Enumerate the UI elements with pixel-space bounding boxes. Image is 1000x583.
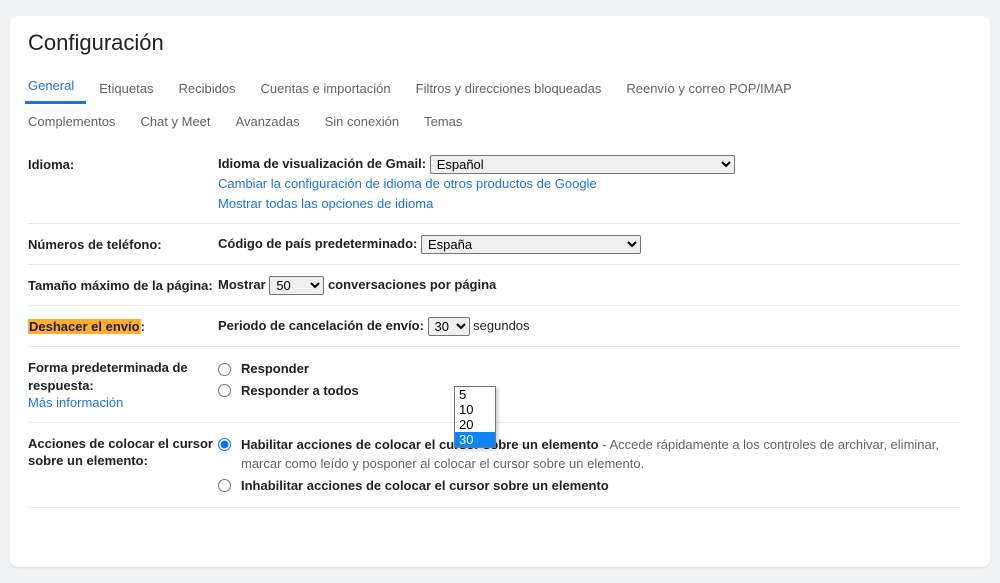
reply-opt2: Responder a todos [241, 381, 359, 401]
telefono-code-label: Código de país predeterminado: [218, 236, 417, 251]
tab-complementos[interactable]: Complementos [25, 108, 127, 137]
row-pagesize: Tamaño máximo de la página: Mostrar 50 c… [28, 265, 960, 306]
page-title: Configuración [28, 30, 972, 56]
link-cambiar-idioma[interactable]: Cambiar la configuración de idioma de ot… [218, 174, 597, 194]
link-mostrar-opciones-idioma[interactable]: Mostrar todas las opciones de idioma [218, 194, 433, 214]
undo-period-select[interactable]: 30 [428, 317, 470, 336]
tab-general[interactable]: General [25, 72, 86, 104]
pagesize-suffix: conversaciones por página [328, 277, 496, 292]
label-undo-highlight: Deshacer el envío [28, 319, 141, 334]
radio-hover-disable[interactable] [218, 479, 231, 492]
radio-hover-enable[interactable] [218, 438, 231, 451]
row-idioma: Idioma: Idioma de visualización de Gmail… [28, 144, 960, 224]
tab-recibidos[interactable]: Recibidos [175, 75, 247, 104]
tab-filtros[interactable]: Filtros y direcciones bloqueadas [413, 75, 614, 104]
tab-avanzadas[interactable]: Avanzadas [233, 108, 312, 137]
row-cutoff [28, 508, 960, 560]
hover-opt2-label: Inhabilitar acciones de colocar el curso… [241, 476, 609, 496]
settings-panel: Configuración General Etiquetas Recibido… [10, 16, 990, 567]
radio-responder-todos[interactable] [218, 384, 231, 397]
label-undo-colon: : [141, 319, 145, 334]
row-undo: Deshacer el envío: Periodo de cancelació… [28, 306, 960, 347]
reply-opt1: Responder [241, 359, 309, 379]
undo-period-dropdown[interactable]: 5 10 20 30 [454, 386, 496, 448]
tab-sinconexion[interactable]: Sin conexión [322, 108, 411, 137]
radio-responder[interactable] [218, 363, 231, 376]
idioma-select[interactable]: Español [430, 155, 735, 174]
undo-suffix: segundos [473, 318, 529, 333]
undo-option-30[interactable]: 30 [455, 432, 495, 447]
pagesize-select[interactable]: 50 [269, 276, 324, 295]
tab-cuentas[interactable]: Cuentas e importación [258, 75, 403, 104]
label-idioma: Idioma: [28, 154, 218, 174]
tab-etiquetas[interactable]: Etiquetas [96, 75, 165, 104]
row-telefono: Números de teléfono: Código de país pred… [28, 224, 960, 265]
label-reply: Forma predeterminada de respuesta: [28, 360, 188, 393]
tabs-row-2: Complementos Chat y Meet Avanzadas Sin c… [25, 108, 972, 137]
hover-opt1-label: Habilitar acciones de colocar el cursor … [241, 437, 599, 452]
label-telefono: Números de teléfono: [28, 234, 218, 254]
pagesize-prefix: Mostrar [218, 277, 266, 292]
label-pagesize: Tamaño máximo de la página: [28, 275, 218, 295]
tab-temas[interactable]: Temas [421, 108, 474, 137]
idioma-display-label: Idioma de visualización de Gmail: [218, 156, 426, 171]
tabs-row-1: General Etiquetas Recibidos Cuentas e im… [25, 72, 972, 104]
telefono-select[interactable]: España [421, 235, 641, 254]
undo-option-10[interactable]: 10 [455, 402, 495, 417]
tab-chat[interactable]: Chat y Meet [137, 108, 222, 137]
undo-option-20[interactable]: 20 [455, 417, 495, 432]
tab-reenvio[interactable]: Reenvío y correo POP/IMAP [623, 75, 803, 104]
undo-option-5[interactable]: 5 [455, 387, 495, 402]
link-mas-informacion[interactable]: Más información [28, 394, 123, 412]
undo-period-label: Periodo de cancelación de envío: [218, 318, 424, 333]
label-hover: Acciones de colocar el cursor sobre un e… [28, 433, 218, 470]
settings-scroll-area[interactable]: Idioma: Idioma de visualización de Gmail… [28, 143, 972, 563]
